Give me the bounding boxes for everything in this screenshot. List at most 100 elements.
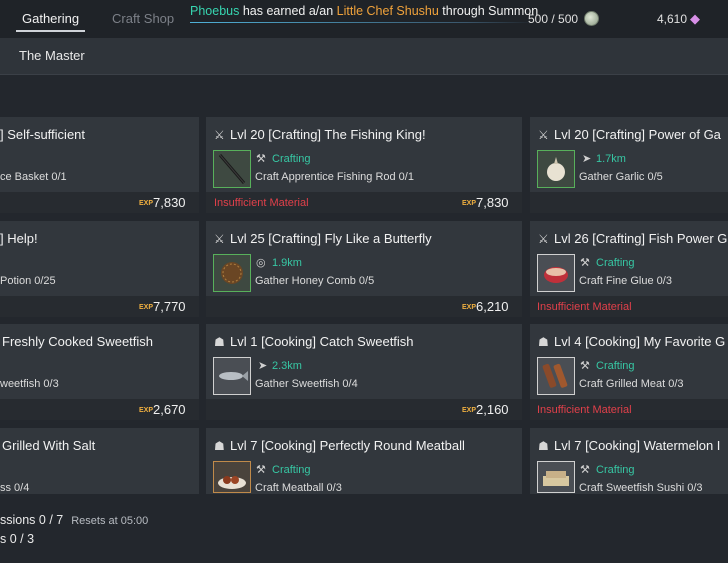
mission-card[interactable]: ] Self-sufficient ce Basket 0/1 EXP 7,83… (0, 117, 199, 213)
crossed-tools-icon: ⚔ (538, 128, 549, 142)
honeycomb-icon (213, 254, 251, 292)
mission-card[interactable]: ⚔ Lvl 20 [Crafting] Power of Ga ➤ 1.7km … (530, 117, 728, 213)
tab-gathering[interactable]: Gathering (15, 11, 86, 32)
sweetfish-icon (213, 357, 251, 395)
chef-hat-icon: ☗ (538, 335, 549, 349)
arrow-icon: ➤ (258, 360, 268, 372)
mission-card[interactable]: ⚔ Lvl 25 [Crafting] Fly Like a Butterfly… (206, 221, 522, 317)
missions-counter: ssions 0 / 7 Resets at 05:00 (0, 513, 148, 527)
crossed-tools-icon: ⚒ (256, 464, 266, 476)
status-warning: Insufficient Material (537, 404, 632, 416)
secondary-counter: s 0 / 3 (0, 532, 35, 546)
reward-value: 2,160 (476, 402, 509, 417)
exp-icon: EXP (139, 304, 154, 311)
crossed-tools-icon: ⚒ (580, 360, 590, 372)
requirement-text: Potion 0/25 (0, 275, 56, 287)
reward-value: 2,670 (153, 402, 186, 417)
crossed-tools-icon: ⚒ (256, 153, 266, 165)
mission-title: Grilled With Salt (2, 438, 96, 453)
requirement-text: Craft Grilled Meat 0/3 (579, 378, 684, 390)
mission-card[interactable]: ☗ Lvl 1 [Cooking] Catch Sweetfish ➤ 2.3k… (206, 324, 522, 420)
mission-title: Lvl 25 [Crafting] Fly Like a Butterfly (230, 231, 432, 246)
mission-card[interactable]: ⚔ Lvl 26 [Crafting] Fish Power G ⚒ Craft… (530, 221, 728, 317)
requirement-text: ce Basket 0/1 (0, 171, 67, 183)
crossed-tools-icon: ⚔ (538, 232, 549, 246)
requirement-type: Crafting (596, 464, 635, 476)
status-warning: Insufficient Material (537, 301, 632, 313)
reset-time: Resets at 05:00 (71, 515, 149, 527)
chef-hat-icon: ☗ (538, 439, 549, 453)
requirement-type: Crafting (596, 360, 635, 372)
exp-icon: EXP (462, 407, 477, 414)
requirement-text: Craft Meatball 0/3 (255, 482, 342, 494)
meatball-icon (213, 461, 251, 493)
mission-title: Lvl 20 [Crafting] The Fishing King! (230, 127, 426, 142)
mission-title: Lvl 20 [Crafting] Power of Ga (554, 127, 721, 142)
requirement-text: Craft Apprentice Fishing Rod 0/1 (255, 171, 414, 183)
mission-title: ] Help! (0, 231, 38, 246)
mission-title: Lvl 26 [Crafting] Fish Power G (554, 231, 728, 246)
notification-underline (190, 22, 535, 23)
tab-craft-shop[interactable]: Craft Shop (112, 11, 174, 26)
reward-value: 7,830 (153, 195, 186, 210)
sub-header (0, 38, 728, 75)
requirement-text: Craft Sweetfish Sushi 0/3 (579, 482, 703, 494)
crossed-tools-icon: ⚔ (214, 232, 225, 246)
mission-card[interactable]: Freshly Cooked Sweetfish weetfish 0/3 EX… (0, 324, 199, 420)
mission-card[interactable]: ⚔ Lvl 20 [Crafting] The Fishing King! ⚒ … (206, 117, 522, 213)
mission-title: Lvl 7 [Cooking] Perfectly Round Meatball (230, 438, 465, 453)
grilled-meat-icon (537, 357, 575, 395)
reward-value: 6,210 (476, 299, 509, 314)
card-footer (530, 192, 728, 213)
summon-notification: Phoebus has earned a/an Little Chef Shus… (190, 4, 538, 18)
reward-value: 7,830 (476, 195, 509, 210)
arrow-icon: ➤ (582, 153, 592, 165)
requirement-text: Craft Fine Glue 0/3 (579, 275, 672, 287)
crossed-tools-icon: ⚔ (214, 128, 225, 142)
requirement-text: ss 0/4 (0, 482, 30, 494)
status-warning: Insufficient Material (214, 197, 309, 209)
distance-value: 2.3km (272, 360, 302, 372)
notification-item: Little Chef Shushu (336, 4, 439, 18)
glue-bowl-icon (537, 254, 575, 292)
crossed-tools-icon: ⚒ (580, 257, 590, 269)
mission-card[interactable]: Grilled With Salt ss 0/4 (0, 428, 199, 494)
chef-hat-icon: ☗ (214, 439, 225, 453)
sushi-icon (537, 461, 575, 493)
mission-card[interactable]: ☗ Lvl 4 [Cooking] My Favorite G ⚒ Crafti… (530, 324, 728, 420)
mission-title: ] Self-sufficient (0, 127, 86, 142)
exp-icon: EXP (462, 304, 477, 311)
gem-count: 4,610 (657, 12, 688, 26)
requirement-text: Gather Honey Comb 0/5 (255, 275, 375, 287)
requirement-type: Crafting (596, 257, 635, 269)
reward-value: 7,770 (153, 299, 186, 314)
mission-title: Lvl 7 [Cooking] Watermelon I (554, 438, 721, 453)
mission-card[interactable]: ] Help! Potion 0/25 EXP 7,770 (0, 221, 199, 317)
coin-icon (584, 11, 599, 26)
mission-title: Freshly Cooked Sweetfish (2, 334, 154, 349)
mission-card[interactable]: ☗ Lvl 7 [Cooking] Watermelon I ⚒ Craftin… (530, 428, 728, 494)
distance-value: 1.9km (272, 257, 302, 269)
distance-value: 1.7km (596, 153, 626, 165)
exp-icon: EXP (139, 407, 154, 414)
notification-pre: has earned a/an (239, 4, 337, 18)
exp-icon: EXP (462, 200, 477, 207)
notification-post: through Summon (438, 4, 539, 18)
exp-icon: EXP (139, 200, 154, 207)
stamina-counter: 500 / 500 (528, 12, 579, 26)
section-title: The Master (19, 48, 85, 63)
globe-icon: ◎ (256, 257, 266, 269)
requirement-text: weetfish 0/3 (0, 378, 59, 390)
fishing-rod-icon (213, 150, 251, 188)
missions-count: ssions 0 / 7 (0, 513, 64, 527)
notification-player: Phoebus (190, 4, 240, 18)
requirement-text: Gather Garlic 0/5 (579, 171, 663, 183)
requirement-type: Crafting (272, 153, 311, 165)
mission-card[interactable]: ☗ Lvl 7 [Cooking] Perfectly Round Meatba… (206, 428, 522, 494)
requirement-text: Gather Sweetfish 0/4 (255, 378, 358, 390)
garlic-icon (537, 150, 575, 188)
crossed-tools-icon: ⚒ (580, 464, 590, 476)
requirement-type: Crafting (272, 464, 311, 476)
mission-title: Lvl 4 [Cooking] My Favorite G (554, 334, 726, 349)
diamond-icon: ◆ (690, 11, 700, 26)
